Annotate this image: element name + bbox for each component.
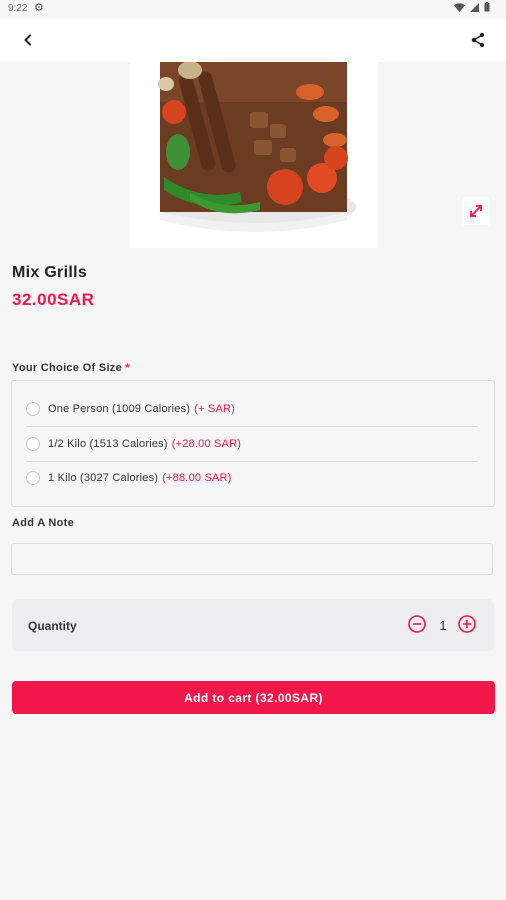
wifi-icon [454,2,465,12]
back-button[interactable] [16,28,40,52]
product-price: 32.00SAR [12,290,95,309]
product-name: Mix Grills [12,264,88,281]
size-option-extra-price: (+28.00 SAR) [171,438,242,450]
required-marker: * [125,362,130,374]
expand-icon [470,205,482,217]
share-button[interactable] [466,28,490,52]
mixed-grill-photo [130,62,378,248]
size-option-half-kilo[interactable]: 1/2 Kilo (1513 Calories) (+28.00 SAR) [26,427,478,462]
note-section-title: Add A Note [12,517,75,529]
quantity-label: Quantity [28,619,77,633]
size-option-one-kilo[interactable]: 1 Kilo (3027 Calories) (+88.00 SAR) [26,461,478,495]
app-bar [0,18,506,62]
add-to-cart-button[interactable]: Add to cart (32.00SAR) [12,681,495,714]
share-icon [471,32,485,48]
signal-icon [470,2,479,12]
minus-circle-icon[interactable] [408,615,426,633]
radio-button[interactable] [26,402,40,416]
size-option-extra-price: (+ SAR) [194,403,235,415]
status-bar: 9:22 ⚙ [0,0,506,18]
size-options-box: One Person (1009 Calories) (+ SAR) 1/2 K… [11,380,495,507]
radio-button[interactable] [26,471,40,485]
quantity-box: Quantity 1 [12,599,494,651]
size-section-title: Your Choice Of Size * [12,362,130,374]
size-option-one-person[interactable]: One Person (1009 Calories) (+ SAR) [26,392,478,427]
size-option-label: 1/2 Kilo (1513 Calories) [48,438,168,450]
battery-icon [484,2,490,12]
status-time: 9:22 [8,3,28,14]
size-option-label: 1 Kilo (3027 Calories) [48,472,159,484]
status-icons [454,2,490,12]
radio-button[interactable] [26,437,40,451]
note-input[interactable] [11,543,493,575]
size-title-text: Your Choice Of Size [12,362,123,374]
size-option-label: One Person (1009 Calories) [48,403,191,415]
plus-circle-icon[interactable] [458,615,476,633]
settings-gear-icon: ⚙ [34,2,44,14]
expand-image-button[interactable] [462,197,490,225]
quantity-value: 1 [439,618,447,633]
back-arrow-icon [24,34,31,46]
product-image [130,62,378,248]
size-option-extra-price: (+88.00 SAR) [162,472,232,484]
